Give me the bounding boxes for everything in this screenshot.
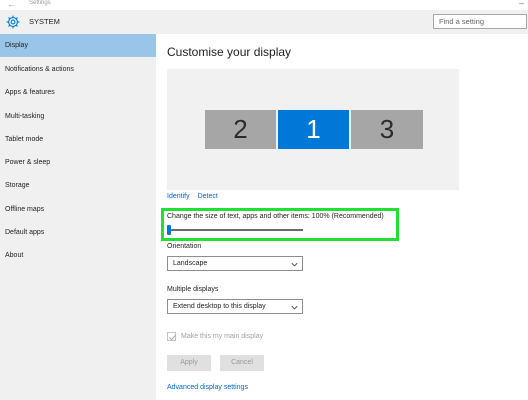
identify-link[interactable]: Identify [167, 193, 190, 200]
sidebar-item-offline-maps[interactable]: Offline maps [0, 198, 156, 221]
monitor-1[interactable]: 1 [278, 110, 349, 149]
window-title: Settings [29, 0, 51, 6]
monitor-2[interactable]: 2 [205, 110, 276, 149]
main-display-checkbox[interactable] [167, 332, 176, 341]
orientation-value: Landscape [173, 260, 208, 267]
main-display-option: Make this my main display [167, 331, 263, 342]
multiple-displays-dropdown[interactable]: Extend desktop to this display [167, 299, 303, 314]
sidebar-item-default-apps[interactable]: Default apps [0, 221, 156, 244]
orientation-dropdown[interactable]: Landscape [167, 256, 303, 271]
scale-label: Change the size of text, apps and other … [167, 213, 384, 220]
sidebar: Display Notifications & actions Apps & f… [0, 34, 156, 400]
search-input[interactable] [434, 15, 526, 28]
sidebar-item-multitasking[interactable]: Multi-tasking [0, 105, 156, 128]
sidebar-item-storage[interactable]: Storage [0, 174, 156, 197]
checkmark-icon [169, 334, 176, 341]
sidebar-item-display[interactable]: Display [0, 34, 156, 57]
detect-link[interactable]: Detect [198, 193, 218, 200]
search-box[interactable] [433, 14, 527, 29]
sidebar-item-about[interactable]: About [0, 244, 156, 267]
back-arrow-icon[interactable]: ← [7, 0, 16, 9]
orientation-label: Orientation [167, 243, 202, 250]
slider-thumb[interactable] [167, 225, 171, 235]
sidebar-item-tablet-mode[interactable]: Tablet mode [0, 128, 156, 151]
monitor-3[interactable]: 3 [351, 110, 423, 149]
sidebar-item-notifications[interactable]: Notifications & actions [0, 58, 156, 81]
slider-track [167, 229, 303, 231]
minimize-icon[interactable]: – [519, 0, 524, 8]
chevron-down-icon [291, 303, 298, 310]
advanced-display-settings-link[interactable]: Advanced display settings [167, 384, 248, 391]
scale-slider[interactable] [167, 225, 303, 235]
cancel-button[interactable]: Cancel [220, 355, 264, 371]
chevron-down-icon [291, 260, 298, 267]
settings-header: SYSTEM [0, 10, 528, 34]
title-bar: ← Settings – [0, 0, 528, 10]
gear-icon [6, 15, 20, 29]
sidebar-item-apps-features[interactable]: Apps & features [0, 81, 156, 104]
page-title: Customise your display [167, 45, 292, 59]
display-links: Identify Detect [167, 193, 218, 200]
sidebar-item-power-sleep[interactable]: Power & sleep [0, 151, 156, 174]
multiple-displays-label: Multiple displays [167, 286, 219, 293]
main-panel: Customise your display 2 1 3 Identify Det… [156, 34, 528, 400]
multiple-displays-value: Extend desktop to this display [173, 303, 266, 310]
display-arrangement: 2 1 3 [167, 69, 459, 190]
main-display-label: Make this my main display [181, 333, 264, 340]
apply-button[interactable]: Apply [167, 355, 211, 371]
section-title: SYSTEM [29, 17, 60, 26]
